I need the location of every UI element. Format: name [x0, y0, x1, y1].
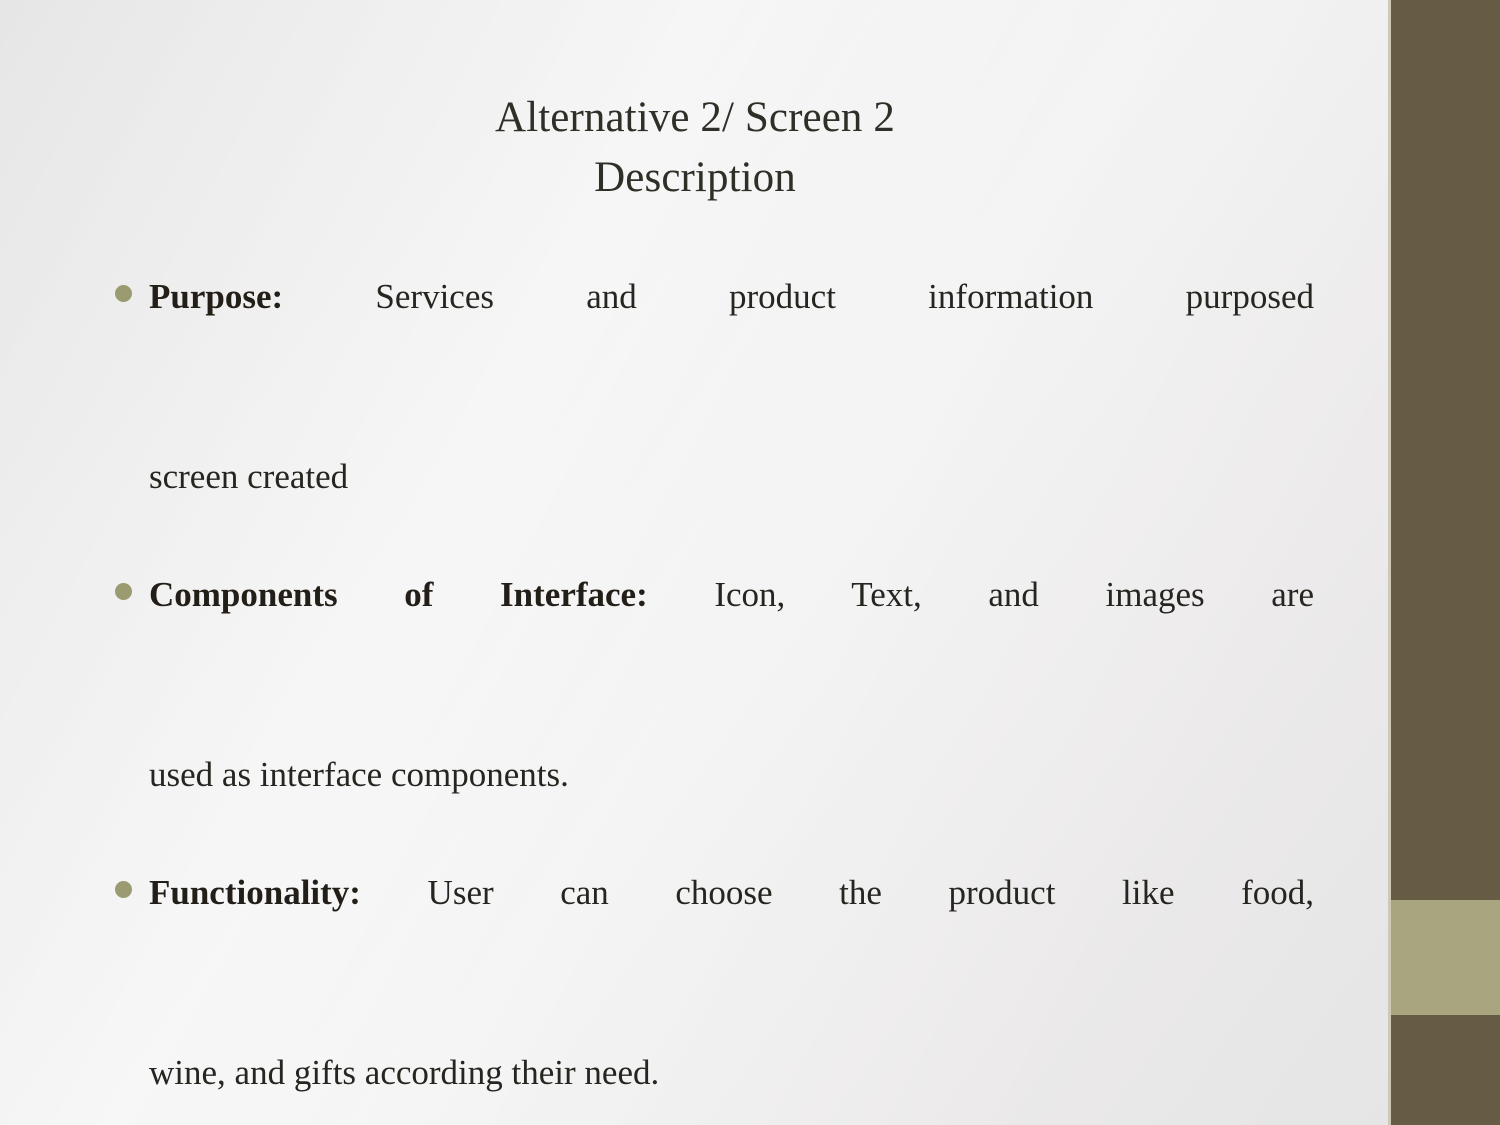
bullet-lead-functionality: Functionality: [149, 873, 361, 912]
slide-content-area: Alternative 2/ Screen 2 Description Purp… [0, 0, 1386, 1125]
bullet-item-functionality: Functionality: User can choose the produ… [104, 848, 1314, 1118]
bullet-dot-icon [115, 583, 132, 600]
bullet-list: Purpose: Services and product informatio… [104, 252, 1314, 1118]
bullet-item-components: Components of Interface: Icon, Text, and… [104, 550, 1314, 820]
bullet-lead-components: Components of Interface: [149, 575, 648, 614]
slide-decorative-rail [1388, 0, 1500, 1125]
presentation-slide: Alternative 2/ Screen 2 Description Purp… [0, 0, 1500, 1125]
bullet-text-components: Components of Interface: Icon, Text, and… [149, 550, 1314, 730]
bullet-body-components: Icon, Text, and images are [647, 575, 1314, 614]
bullet-body-functionality: User can choose the product like food, [360, 873, 1314, 912]
bullet-item-purpose: Purpose: Services and product informatio… [104, 252, 1314, 522]
bullet-dot-icon [115, 285, 132, 302]
rail-dark-top-band [1391, 0, 1500, 900]
bullet-text-functionality: Functionality: User can choose the produ… [149, 848, 1314, 1028]
bullet-text-purpose: Purpose: Services and product informatio… [149, 252, 1314, 432]
slide-title-line-1: Alternative 2/ Screen 2 [495, 94, 895, 141]
bullet-tail-components: used as interface components. [149, 755, 569, 794]
rail-dark-bottom-band [1391, 1015, 1500, 1125]
rail-khaki-band [1391, 900, 1500, 1015]
bullet-tail-purpose: screen created [149, 457, 349, 496]
bullet-dot-icon [115, 881, 132, 898]
bullet-lead-purpose: Purpose: [149, 277, 284, 316]
slide-title: Alternative 2/ Screen 2 Description [120, 88, 1270, 208]
bullet-tail-functionality: wine, and gifts according their need. [149, 1053, 660, 1092]
bullet-body-purpose: Services and product information purpose… [283, 277, 1314, 316]
slide-title-line-2: Description [594, 154, 796, 201]
